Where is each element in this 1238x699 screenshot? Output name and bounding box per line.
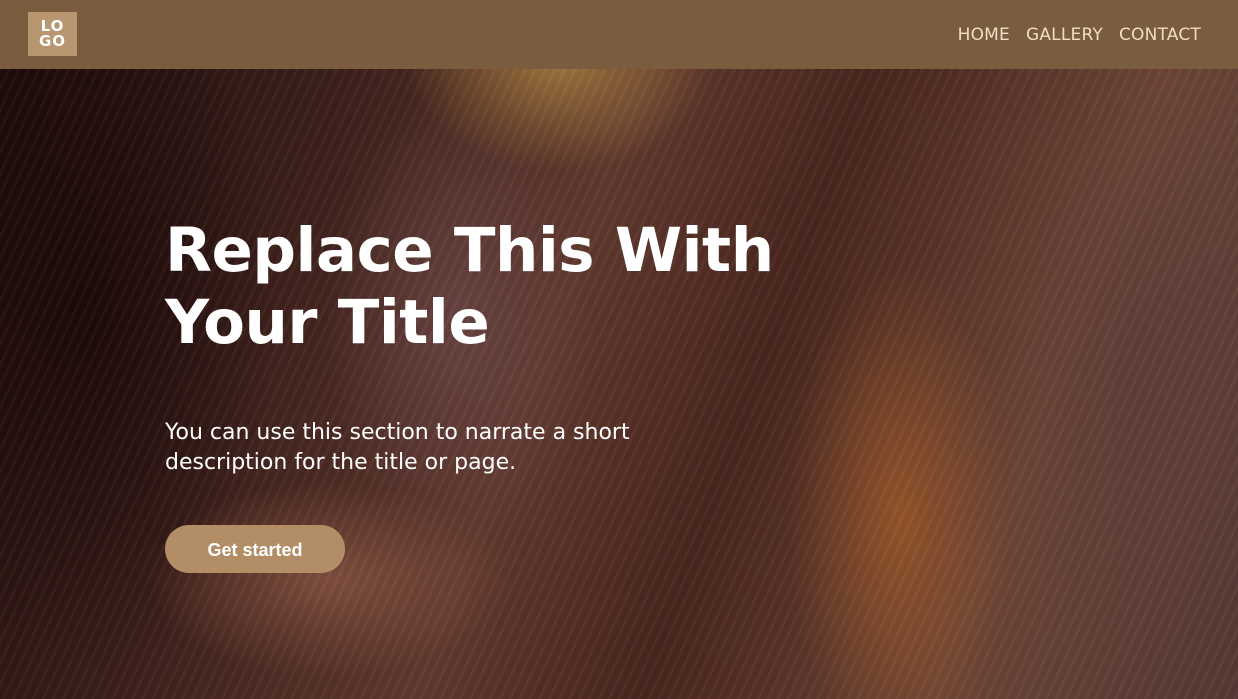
nav-link-contact[interactable]: CONTACT [1119, 25, 1201, 45]
main-nav: HOME GALLERY CONTACT [958, 0, 1201, 69]
hero-description: You can use this section to narrate a sh… [165, 420, 630, 475]
get-started-button[interactable]: Get started [165, 525, 345, 573]
logo-icon[interactable]: LO GO [28, 12, 77, 56]
nav-link-home[interactable]: HOME [958, 25, 1010, 45]
logo-text-line2: GO [38, 32, 67, 50]
hero-section: Replace This With Your Title You can use… [165, 215, 785, 573]
site-header: LO GO HOME GALLERY CONTACT [0, 0, 1238, 69]
hero-title: Replace This With Your Title [165, 215, 774, 358]
nav-link-gallery[interactable]: GALLERY [1026, 25, 1103, 45]
landing-page: LO GO HOME GALLERY CONTACT Replace This … [0, 0, 1238, 699]
